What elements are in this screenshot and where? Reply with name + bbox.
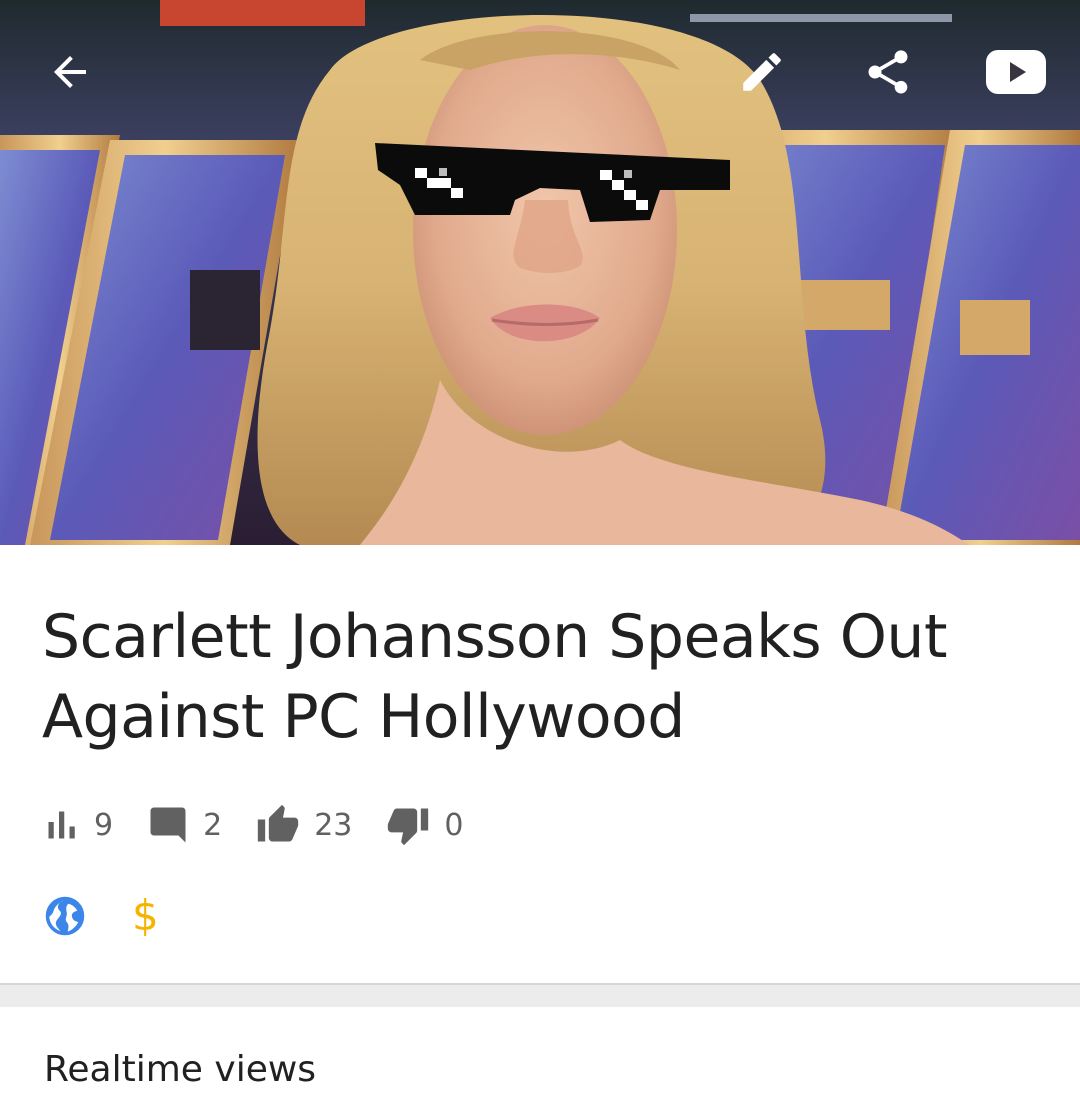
- dislikes-stat: 0: [386, 803, 463, 847]
- realtime-views-heading: Realtime views: [44, 1049, 317, 1090]
- top-toolbar: [0, 0, 1080, 150]
- comments-count: 2: [203, 807, 223, 843]
- video-title: Scarlett Johansson Speaks Out Against PC…: [42, 602, 947, 752]
- bar-chart-icon: [44, 807, 80, 843]
- video-details-screen: Scarlett Johansson Speaks Out Against PC…: [0, 0, 1080, 1098]
- comment-icon: [147, 804, 189, 846]
- video-info-card: Scarlett Johansson Speaks Out Against PC…: [0, 545, 1080, 983]
- share-icon: [868, 50, 908, 94]
- pencil-icon: [743, 53, 781, 91]
- comments-stat[interactable]: 2: [147, 804, 222, 846]
- status-badges: $: [44, 895, 205, 937]
- monetization-badge: $: [132, 895, 159, 937]
- dislikes-count: 0: [444, 807, 464, 843]
- edit-button[interactable]: [720, 30, 804, 114]
- likes-count: 23: [314, 807, 353, 843]
- views-count: 9: [94, 807, 114, 843]
- realtime-views-section: Realtime views: [0, 1007, 1080, 1098]
- youtube-icon: [986, 50, 1046, 94]
- thumbs-up-icon: [256, 803, 300, 847]
- globe-icon: [45, 896, 85, 936]
- dollar-icon: $: [132, 891, 159, 940]
- views-stat: 9: [44, 807, 113, 843]
- thumbs-down-icon: [386, 803, 430, 847]
- likes-stat: 23: [256, 803, 352, 847]
- section-divider: [0, 983, 1080, 1007]
- share-button[interactable]: [846, 30, 930, 114]
- public-badge: [44, 895, 86, 937]
- video-stats-row: 9 2 23 0: [44, 800, 497, 850]
- arrow-back-icon: [54, 56, 86, 88]
- video-thumbnail[interactable]: [0, 0, 1080, 545]
- youtube-button[interactable]: [974, 30, 1058, 114]
- back-button[interactable]: [28, 30, 112, 114]
